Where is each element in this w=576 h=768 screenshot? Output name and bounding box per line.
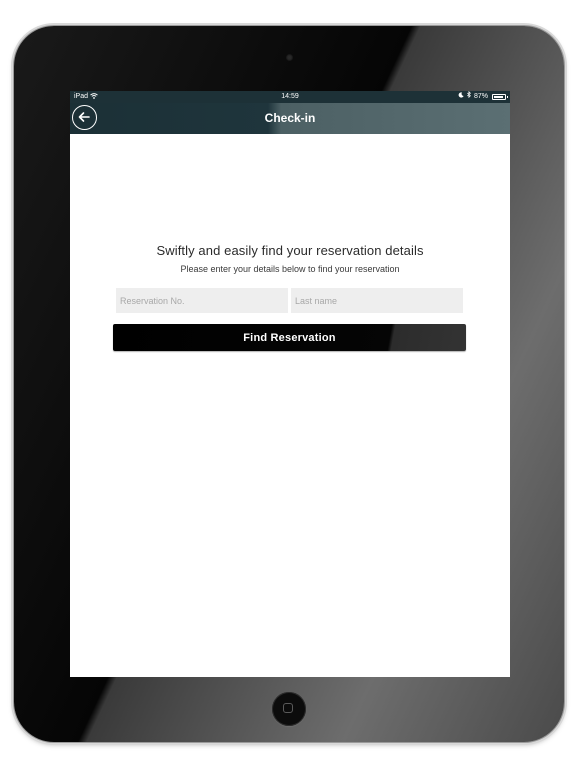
nav-bar: Check-in — [70, 103, 510, 134]
status-time: 14:59 — [281, 93, 299, 100]
check-in-form: Swiftly and easily find your reservation… — [70, 134, 510, 677]
bluetooth-icon — [467, 91, 471, 103]
page-title: Check-in — [264, 111, 316, 125]
find-reservation-button[interactable]: Find Reservation — [113, 324, 466, 351]
status-bar: iPad 14:59 87% — [70, 91, 510, 103]
home-button[interactable] — [272, 692, 306, 726]
moon-icon — [458, 91, 464, 103]
last-name-input[interactable] — [291, 288, 463, 313]
status-right: 87% — [458, 91, 508, 103]
battery-percent: 87% — [473, 93, 488, 100]
app-screen: iPad 14:59 87% Check-in Swiftly and easi… — [70, 91, 510, 677]
battery-icon — [492, 94, 508, 100]
reservation-number-input[interactable] — [116, 288, 288, 313]
front-camera — [286, 54, 293, 61]
form-headline: Swiftly and easily find your reservation… — [156, 243, 424, 258]
form-subline: Please enter your details below to find … — [180, 264, 400, 274]
home-square-icon — [283, 703, 293, 713]
